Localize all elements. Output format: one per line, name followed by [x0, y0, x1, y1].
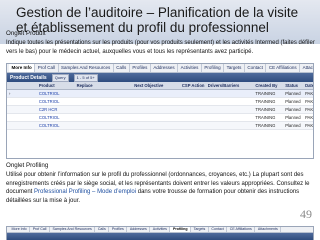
tab-profiles[interactable]: Profiles [130, 64, 151, 72]
cell-status: Planned [285, 91, 301, 96]
tab-attachments[interactable]: Attachments [300, 64, 313, 72]
column-header-status[interactable]: Status [283, 83, 303, 88]
product-screenshot: More Info Prof Call Samples And Resource… [6, 63, 314, 159]
cell-product[interactable]: C2R HCR [37, 107, 75, 112]
column-headers: Product Replace Next Objective CSP Actio… [7, 82, 313, 90]
tab-ce-affiliations[interactable]: CE Affiliations [266, 64, 301, 72]
tab-calls[interactable]: Calls [95, 227, 110, 232]
list-header: Product Details Query 1 - 5 of 5+ [7, 73, 313, 82]
cell-created-by: TRAINING [255, 91, 276, 96]
cell-status: Planned [285, 115, 301, 120]
tab-prof-call[interactable]: Prof Call [30, 227, 50, 232]
tab-addresses[interactable]: Addresses [151, 64, 179, 72]
tab-activities[interactable]: Activities [150, 227, 171, 232]
record-count: 1 - 5 of 5+ [73, 73, 98, 82]
cell-created-by: TRAINING [255, 115, 276, 120]
cell-product[interactable]: COLTRIOL [37, 91, 75, 96]
table-row[interactable]: COLTRIOL TRAINING Planned PAK [7, 122, 313, 130]
column-header-drivers-barriers[interactable]: Drivers/Barriers [206, 83, 254, 88]
list-header [7, 233, 313, 240]
tab-addresses[interactable]: Addresses [127, 227, 151, 232]
table-row[interactable]: C2R HCR TRAINING Planned PAK [7, 106, 313, 114]
tab-more-info[interactable]: More Info [9, 227, 31, 232]
tab-ce-affiliations[interactable]: CE Affiliations [227, 227, 256, 232]
cell-date: PAK [305, 91, 314, 96]
column-header-replace[interactable]: Replace [75, 83, 113, 88]
cell-status: Planned [285, 99, 301, 104]
product-tab-label: Onglet Produit [6, 30, 46, 37]
cell-date: PAK [305, 115, 314, 120]
cell-product[interactable]: COLTRIOL [37, 99, 75, 104]
tab-profiles[interactable]: Profiles [109, 227, 128, 232]
tab-samples-resources[interactable]: Samples And Resources [50, 227, 96, 232]
cell-product[interactable]: COLTRIOL [37, 123, 75, 128]
tab-prof-call[interactable]: Prof Call [35, 64, 59, 72]
page-number: 49 [300, 207, 312, 221]
profiling-tab-label: Onglet Profiling [6, 162, 49, 169]
cell-date: PAK [305, 99, 314, 104]
list-title: Product Details [10, 74, 47, 81]
tab-profiling[interactable]: Profiling [170, 227, 192, 232]
tab-samples-resources[interactable]: Samples And Resources [59, 64, 114, 72]
tab-bar: More Info Prof Call Samples And Resource… [7, 64, 313, 73]
cell-date: PAK [305, 107, 314, 112]
tab-attachments[interactable]: Attachments [255, 227, 282, 232]
column-header-date[interactable]: Date [303, 83, 313, 88]
tab-contact[interactable]: Contact [209, 227, 228, 232]
column-header-csp-action[interactable]: CSP Action [180, 83, 206, 88]
tab-contact[interactable]: Contact [245, 64, 267, 72]
column-header-created-by[interactable]: Created By [253, 83, 283, 88]
query-button[interactable]: Query [51, 73, 69, 82]
tab-targets[interactable]: Targets [191, 227, 209, 232]
row-selector[interactable]: › [7, 91, 37, 96]
cell-created-by: TRAINING [255, 99, 276, 104]
cell-status: Planned [285, 107, 301, 112]
tab-activities[interactable]: Activities [178, 64, 202, 72]
cell-product[interactable]: COLTRIOL [37, 115, 75, 120]
tab-targets[interactable]: Targets [224, 64, 245, 72]
product-tab-description: Indique toutes les présentations sur les… [6, 40, 315, 55]
grid-body: › COLTRIOL TRAINING Planned PAK COLTRIOL… [7, 90, 313, 130]
table-row[interactable]: COLTRIOL TRAINING Planned PAK [7, 114, 313, 122]
cell-date: PAK [305, 123, 314, 128]
column-header-next-objective[interactable]: Next Objective [132, 83, 180, 88]
cell-status: Planned [285, 123, 301, 128]
tab-profiling[interactable]: Profiling [202, 64, 225, 72]
column-header-product[interactable]: Product [37, 83, 75, 88]
profiling-tab-description: Utilisé pour obtenir l’information sur l… [6, 171, 316, 205]
table-row[interactable]: › COLTRIOL TRAINING Planned PAK [7, 90, 313, 98]
slide-title: Gestion de l’auditoire – Planification d… [16, 5, 299, 35]
tab-more-info[interactable]: More Info [9, 64, 36, 72]
guide-document-link[interactable]: Professional Profiling – Mode d’emploi [34, 189, 136, 195]
cell-created-by: TRAINING [255, 107, 276, 112]
cell-created-by: TRAINING [255, 123, 276, 128]
table-row[interactable]: COLTRIOL TRAINING Planned PAK [7, 98, 313, 106]
profiling-screenshot: More Info Prof Call Samples And Resource… [6, 226, 314, 240]
tab-calls[interactable]: Calls [114, 64, 130, 72]
